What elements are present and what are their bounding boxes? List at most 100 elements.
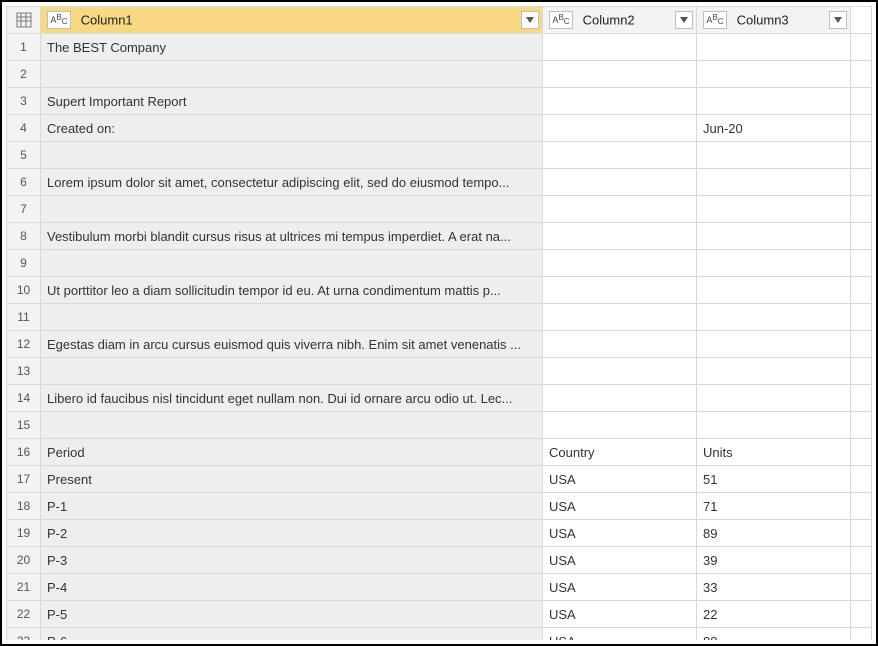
cell-column2[interactable] [543,223,697,250]
cell-column1[interactable]: P-2 [41,520,543,547]
row-number[interactable]: 23 [7,628,41,641]
cell-column2[interactable] [543,169,697,196]
table-row[interactable]: 9 [7,250,872,277]
row-number[interactable]: 13 [7,358,41,385]
table-row[interactable]: 17PresentUSA51 [7,466,872,493]
table-row[interactable]: 18P-1USA71 [7,493,872,520]
table-row[interactable]: 5 [7,142,872,169]
table-row[interactable]: 23P-6USA88 [7,628,872,641]
cell-column2[interactable] [543,277,697,304]
cell-column3[interactable]: 88 [697,628,851,641]
cell-column2[interactable]: USA [543,574,697,601]
cell-column1[interactable]: P-4 [41,574,543,601]
cell-column2[interactable] [543,304,697,331]
table-row[interactable]: 4Created on:Jun-20 [7,115,872,142]
text-type-icon[interactable]: ABC [703,11,727,29]
table-row[interactable]: 13 [7,358,872,385]
table-row[interactable]: 15 [7,412,872,439]
cell-column3[interactable] [697,142,851,169]
cell-column3[interactable] [697,169,851,196]
cell-column3[interactable] [697,412,851,439]
row-number[interactable]: 16 [7,439,41,466]
cell-column2[interactable]: USA [543,601,697,628]
cell-column1[interactable]: Libero id faucibus nisl tincidunt eget n… [41,385,543,412]
cell-column1[interactable] [41,358,543,385]
cell-column3[interactable] [697,61,851,88]
cell-column3[interactable] [697,358,851,385]
row-number[interactable]: 10 [7,277,41,304]
table-row[interactable]: 3Supert Important Report [7,88,872,115]
column-header-column2[interactable]: ABC Column2 [543,7,697,34]
row-number[interactable]: 22 [7,601,41,628]
cell-column2[interactable]: USA [543,466,697,493]
filter-dropdown-column3[interactable] [829,11,847,29]
cell-column3[interactable] [697,250,851,277]
cell-column3[interactable] [697,34,851,61]
cell-column1[interactable]: P-3 [41,547,543,574]
cell-column1[interactable] [41,304,543,331]
cell-column1[interactable]: Period [41,439,543,466]
table-row[interactable]: 10Ut porttitor leo a diam sollicitudin t… [7,277,872,304]
cell-column1[interactable]: Present [41,466,543,493]
cell-column3[interactable]: 89 [697,520,851,547]
cell-column1[interactable]: Created on: [41,115,543,142]
table-row[interactable]: 22P-5USA22 [7,601,872,628]
cell-column1[interactable]: The BEST Company [41,34,543,61]
cell-column3[interactable] [697,88,851,115]
cell-column1[interactable] [41,250,543,277]
cell-column2[interactable] [543,142,697,169]
cell-column2[interactable] [543,61,697,88]
cell-column3[interactable]: 22 [697,601,851,628]
select-all-corner[interactable] [7,7,41,34]
cell-column1[interactable] [41,61,543,88]
cell-column2[interactable]: Country [543,439,697,466]
cell-column1[interactable]: Supert Important Report [41,88,543,115]
cell-column1[interactable] [41,412,543,439]
cell-column1[interactable]: Vestibulum morbi blandit cursus risus at… [41,223,543,250]
cell-column2[interactable]: USA [543,628,697,641]
cell-column2[interactable] [543,196,697,223]
cell-column2[interactable]: USA [543,493,697,520]
table-row[interactable]: 12Egestas diam in arcu cursus euismod qu… [7,331,872,358]
cell-column1[interactable]: Egestas diam in arcu cursus euismod quis… [41,331,543,358]
cell-column1[interactable] [41,142,543,169]
cell-column2[interactable]: USA [543,547,697,574]
cell-column2[interactable] [543,115,697,142]
row-number[interactable]: 2 [7,61,41,88]
cell-column3[interactable] [697,277,851,304]
table-row[interactable]: 16PeriodCountryUnits [7,439,872,466]
cell-column1[interactable]: Ut porttitor leo a diam sollicitudin tem… [41,277,543,304]
row-number[interactable]: 7 [7,196,41,223]
row-number[interactable]: 18 [7,493,41,520]
filter-dropdown-column2[interactable] [675,11,693,29]
cell-column3[interactable] [697,304,851,331]
row-number[interactable]: 17 [7,466,41,493]
row-number[interactable]: 8 [7,223,41,250]
cell-column3[interactable]: 51 [697,466,851,493]
cell-column3[interactable] [697,223,851,250]
cell-column3[interactable]: 33 [697,574,851,601]
cell-column1[interactable] [41,196,543,223]
row-number[interactable]: 9 [7,250,41,277]
table-row[interactable]: 19P-2USA89 [7,520,872,547]
row-number[interactable]: 14 [7,385,41,412]
row-number[interactable]: 1 [7,34,41,61]
row-number[interactable]: 3 [7,88,41,115]
cell-column2[interactable] [543,331,697,358]
table-row[interactable]: 2 [7,61,872,88]
cell-column3[interactable] [697,196,851,223]
text-type-icon[interactable]: ABC [47,11,71,29]
column-header-column3[interactable]: ABC Column3 [697,7,851,34]
row-number[interactable]: 12 [7,331,41,358]
cell-column1[interactable]: P-5 [41,601,543,628]
row-number[interactable]: 20 [7,547,41,574]
cell-column2[interactable] [543,88,697,115]
cell-column3[interactable]: 39 [697,547,851,574]
row-number[interactable]: 5 [7,142,41,169]
table-row[interactable]: 6Lorem ipsum dolor sit amet, consectetur… [7,169,872,196]
row-number[interactable]: 21 [7,574,41,601]
table-row[interactable]: 20P-3USA39 [7,547,872,574]
cell-column2[interactable] [543,385,697,412]
cell-column3[interactable]: Jun-20 [697,115,851,142]
text-type-icon[interactable]: ABC [549,11,573,29]
